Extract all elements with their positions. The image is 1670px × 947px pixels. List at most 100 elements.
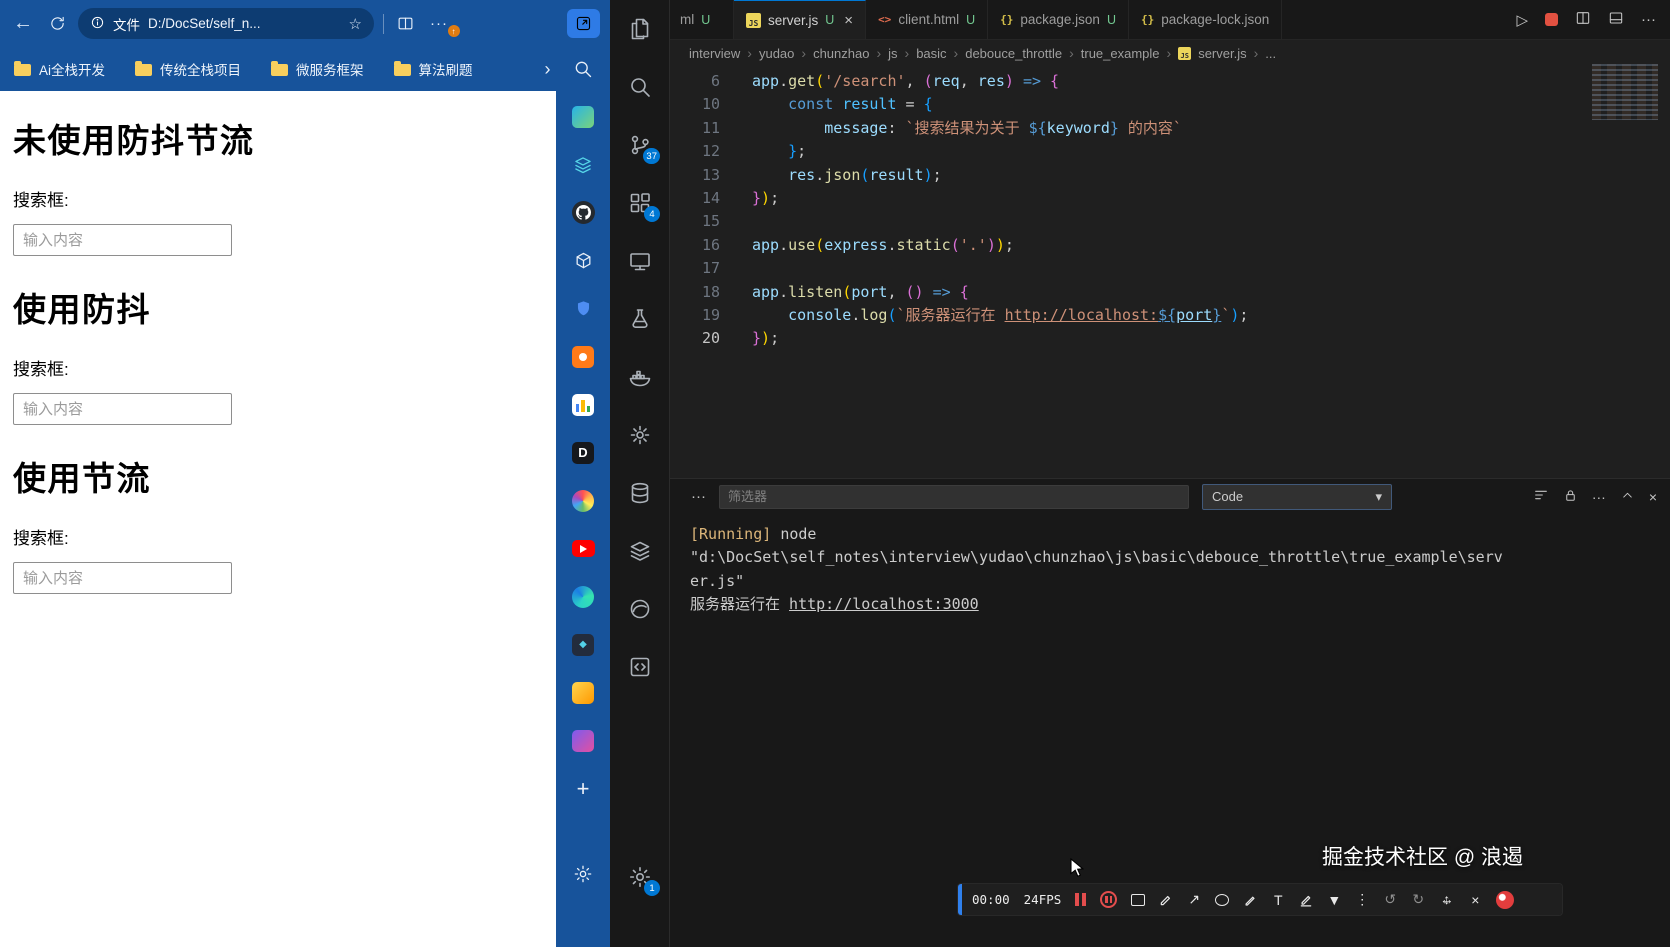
tab-package-json[interactable]: {} package.json U <box>988 0 1129 39</box>
breadcrumb-item[interactable]: interview <box>689 46 740 61</box>
search-input[interactable] <box>13 224 232 256</box>
bookmark-folder[interactable]: 算法刷题 <box>393 59 473 79</box>
sidebar-settings-icon[interactable] <box>572 862 595 885</box>
record-button[interactable] <box>1100 891 1118 908</box>
output-filter-input[interactable] <box>719 484 1189 509</box>
layout-panel-icon[interactable] <box>1608 10 1624 30</box>
panel-more-icon[interactable]: ··· <box>1592 489 1606 505</box>
remote-explorer-icon[interactable] <box>627 248 652 273</box>
nebula-app-icon[interactable] <box>572 729 595 752</box>
minimap[interactable] <box>1592 64 1658 120</box>
recorder-app-logo[interactable] <box>1496 890 1515 909</box>
line-number: 15 <box>701 212 720 231</box>
output-lines-icon[interactable] <box>1533 487 1549 506</box>
breadcrumb-item[interactable]: ... <box>1265 46 1276 61</box>
breadcrumb-item[interactable]: debouce_throttle <box>965 46 1062 61</box>
breadcrumb-item[interactable]: js <box>888 46 897 61</box>
bookmark-folder[interactable]: 微服务框架 <box>271 59 364 79</box>
line-number: 16 <box>701 235 720 254</box>
recording-toolbar[interactable]: 00:00 24FPS ↗ T ▼ ⋮ ↺ ↻ ↔ ↕ × <box>958 884 1562 915</box>
bookmark-folder[interactable]: 传统全栈项目 <box>135 59 241 79</box>
package-app-icon[interactable] <box>572 249 595 272</box>
bookmark-folder[interactable]: Ai全栈开发 <box>14 59 105 79</box>
gold-app-icon[interactable] <box>572 681 595 704</box>
breadcrumb-item[interactable]: true_example <box>1081 46 1160 61</box>
sidebar-search-icon[interactable] <box>572 57 595 80</box>
code-line: 6 app.get('/search', (req, res) => { <box>670 70 1670 93</box>
layers-app-icon[interactable] <box>572 153 595 176</box>
output-content[interactable]: [Running] node "d:\DocSet\self_notes\int… <box>670 514 1670 617</box>
explorer-icon[interactable] <box>627 16 652 41</box>
arrow-tool[interactable]: ↗ <box>1187 891 1201 908</box>
run-code-button[interactable]: ▷ <box>1516 11 1528 29</box>
testing-flask-icon[interactable] <box>627 306 652 331</box>
close-panel-icon[interactable]: × <box>1649 489 1657 505</box>
settings-gear-icon[interactable]: 1 <box>627 864 660 896</box>
edge-app-icon[interactable] <box>572 585 595 608</box>
text-tool[interactable]: T <box>1271 892 1285 908</box>
source-control-icon[interactable]: 37 <box>627 132 660 164</box>
bookmarks-overflow-chevron[interactable]: › <box>545 59 551 80</box>
code-editor[interactable]: 6 app.get('/search', (req, res) => { 10 c… <box>670 64 1670 478</box>
chart-app-icon[interactable] <box>572 393 595 416</box>
breadcrumb-item[interactable]: basic <box>916 46 946 61</box>
image-app-icon[interactable] <box>572 105 595 128</box>
layers-icon[interactable] <box>627 538 652 563</box>
d-app-icon[interactable]: D <box>572 441 595 464</box>
breadcrumb-file[interactable]: server.js <box>1198 46 1246 61</box>
pen-tool[interactable] <box>1159 893 1173 907</box>
favorite-star-icon[interactable]: ☆ <box>349 15 362 33</box>
git-status-u: U <box>825 13 835 27</box>
tab-package-lock-json[interactable]: {} package-lock.json <box>1128 0 1283 39</box>
pause-button[interactable] <box>1075 893 1087 906</box>
shape-tool[interactable] <box>1131 893 1146 906</box>
ellipse-tool[interactable] <box>1215 893 1230 906</box>
dark-app-icon[interactable]: ◆ <box>572 633 595 656</box>
search-icon[interactable] <box>627 74 652 99</box>
panel-menu-icon[interactable]: ··· <box>691 488 706 505</box>
close-recorder-icon[interactable]: × <box>1468 892 1482 908</box>
redo-icon[interactable]: ↻ <box>1411 891 1425 908</box>
add-to-sidebar-button[interactable]: + <box>572 776 595 801</box>
tools-more-icon[interactable]: ⋮ <box>1355 891 1369 908</box>
move-toolbar-handle[interactable]: ↔ ↕ <box>1439 891 1454 908</box>
search-label: 搜索框: <box>13 191 69 210</box>
extensions-icon[interactable]: 4 <box>627 190 660 222</box>
tab-server-js[interactable]: JS server.js U × <box>734 0 867 39</box>
split-editor-icon[interactable] <box>1575 10 1591 30</box>
docker-icon[interactable] <box>627 364 652 389</box>
stop-run-button[interactable] <box>1545 13 1558 26</box>
tab-client-html[interactable]: <> client.html U <box>866 0 989 39</box>
address-bar[interactable]: 文件 D:/DocSet/self_n... ☆ <box>78 8 374 39</box>
database-icon[interactable] <box>627 480 652 505</box>
lock-autoscroll-icon[interactable] <box>1563 488 1578 506</box>
output-channel-select[interactable]: Code ▾ <box>1202 483 1392 510</box>
maximize-panel-icon[interactable] <box>1620 488 1635 506</box>
github-app-icon[interactable] <box>571 201 595 224</box>
api-client-icon[interactable] <box>627 654 652 679</box>
orange-app-icon[interactable] <box>572 345 595 368</box>
editor-more-icon[interactable]: ··· <box>1641 11 1656 28</box>
tab-clipped[interactable]: ml U <box>670 0 734 39</box>
breadcrumb-item[interactable]: chunzhao <box>813 46 869 61</box>
refresh-button[interactable] <box>45 15 69 32</box>
edge-tools-icon[interactable] <box>627 596 652 621</box>
url-text[interactable]: D:/DocSet/self_n... <box>148 16 341 31</box>
back-button[interactable]: ← <box>10 12 36 35</box>
filter-tool[interactable]: ▼ <box>1327 892 1341 908</box>
youtube-icon[interactable] <box>571 537 595 560</box>
browser-menu-button[interactable]: ··· ↑ <box>426 15 460 37</box>
breadcrumb-item[interactable]: yudao <box>759 46 794 61</box>
marker-tool[interactable] <box>1299 893 1313 907</box>
rainbow-app-icon[interactable] <box>572 489 595 512</box>
shield-app-icon[interactable] <box>572 297 595 320</box>
pencil-tool[interactable] <box>1243 893 1257 907</box>
undo-icon[interactable]: ↺ <box>1383 891 1397 908</box>
search-input[interactable] <box>13 562 232 594</box>
open-in-sidebar-button[interactable] <box>566 9 600 38</box>
kubernetes-icon[interactable] <box>627 422 652 447</box>
page-info-icon[interactable] <box>90 15 105 33</box>
close-tab-icon[interactable]: × <box>844 12 853 29</box>
split-screen-button[interactable] <box>393 15 417 32</box>
search-input[interactable] <box>13 393 232 425</box>
